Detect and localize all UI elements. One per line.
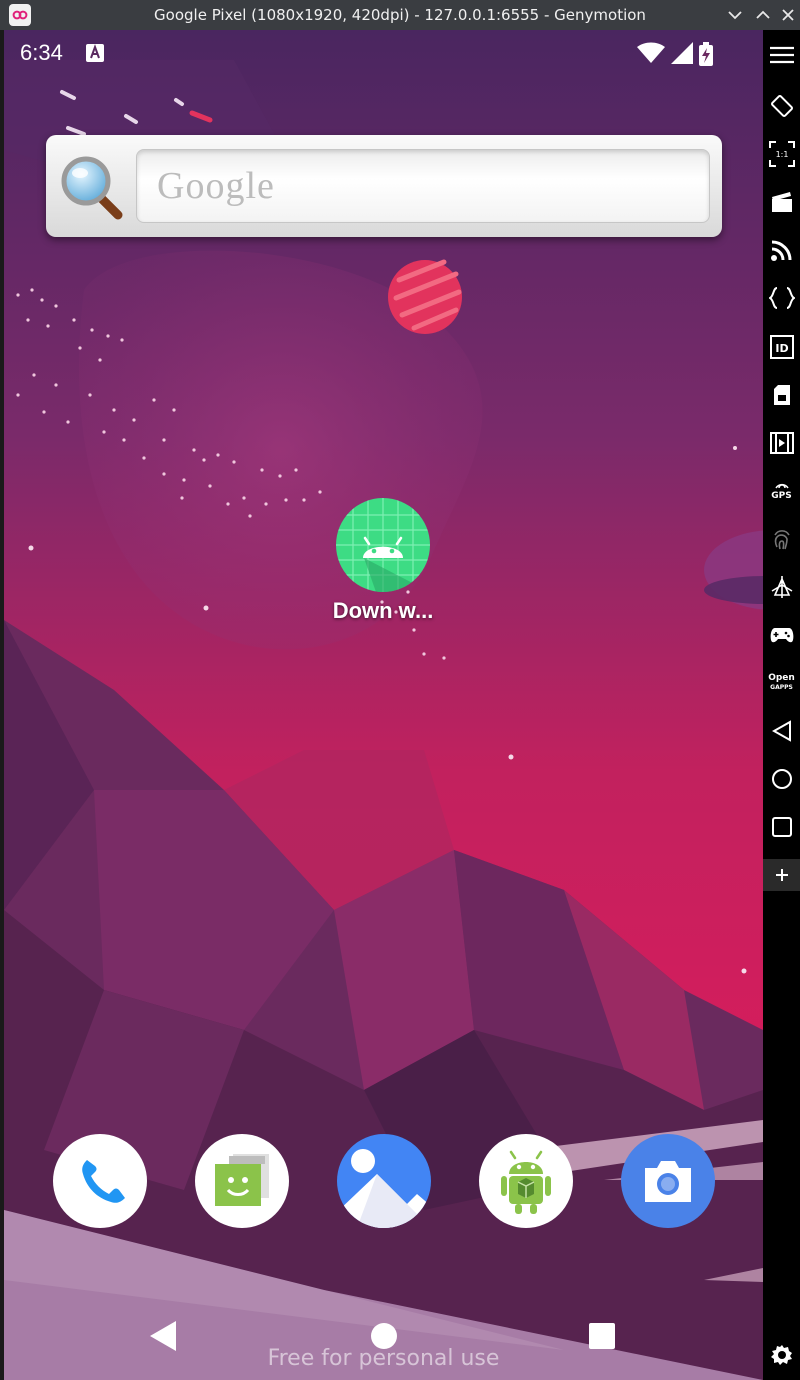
chevron-down-icon[interactable] — [724, 4, 746, 26]
search-placeholder: Google — [157, 165, 275, 207]
gear-icon[interactable] — [763, 1338, 800, 1372]
rotate-icon[interactable] — [763, 89, 800, 123]
status-bar: 6:34 — [4, 30, 763, 78]
menu-icon[interactable] — [763, 38, 800, 72]
fingerprint-icon[interactable] — [763, 522, 800, 556]
nav-recents-icon[interactable] — [763, 810, 800, 844]
home-app-down-w[interactable]: Down w... — [320, 498, 446, 624]
keyboard-notification-icon — [86, 44, 104, 62]
camera-icon[interactable] — [621, 1134, 715, 1228]
code-braces-icon[interactable] — [763, 281, 800, 315]
id-icon[interactable]: ID — [763, 330, 800, 364]
search-input[interactable]: Google — [136, 149, 710, 223]
network-icon[interactable] — [763, 570, 800, 604]
open-gapps-sublabel: GAPPS — [770, 684, 793, 691]
window-title-bar: Google Pixel (1080x1920, 420dpi) - 127.0… — [0, 0, 800, 30]
pixel-perfect-icon[interactable]: 1:1 — [763, 137, 800, 171]
search-icon[interactable] — [58, 153, 126, 221]
svg-text:ID: ID — [775, 342, 788, 355]
sim-card-icon[interactable] — [763, 378, 800, 412]
gps-icon[interactable]: GPS — [763, 474, 800, 508]
android-app-icon[interactable] — [336, 498, 430, 592]
svg-text:1:1: 1:1 — [775, 150, 788, 159]
messaging-icon[interactable] — [195, 1134, 289, 1228]
google-search-widget[interactable]: Google — [46, 135, 722, 237]
chevron-up-icon[interactable] — [752, 4, 774, 26]
rss-icon[interactable] — [763, 233, 800, 267]
film-icon[interactable] — [763, 426, 800, 460]
watermark-text: Free for personal use — [267, 1346, 500, 1371]
screencast-icon[interactable] — [763, 185, 800, 219]
wifi-icon — [637, 42, 665, 70]
gallery-icon[interactable] — [337, 1134, 431, 1228]
plus-icon[interactable] — [763, 859, 800, 891]
status-time: 6:34 — [20, 40, 63, 65]
battery-charging-icon — [699, 42, 713, 70]
open-gapps-label: Open — [768, 673, 795, 683]
close-icon[interactable] — [777, 4, 799, 26]
android-app-icon[interactable] — [479, 1134, 573, 1228]
gps-label: GPS — [771, 491, 792, 501]
phone-icon[interactable] — [53, 1134, 147, 1228]
window-title: Google Pixel (1080x1920, 420dpi) - 127.0… — [154, 6, 646, 24]
status-icons — [637, 42, 713, 70]
home-app-label: Down w... — [332, 598, 434, 623]
gamepad-icon[interactable] — [763, 618, 800, 652]
nav-back-icon[interactable] — [763, 714, 800, 748]
nav-home-icon[interactable] — [763, 762, 800, 796]
phone-screen: 6:34 Google Down w... Free for personal … — [4, 30, 763, 1380]
cell-signal-icon — [671, 42, 693, 70]
open-gapps-icon[interactable]: Open GAPPS — [763, 666, 800, 700]
emulator-toolbar: 1:1 ID GPS Open GAPPS — [763, 30, 800, 1380]
